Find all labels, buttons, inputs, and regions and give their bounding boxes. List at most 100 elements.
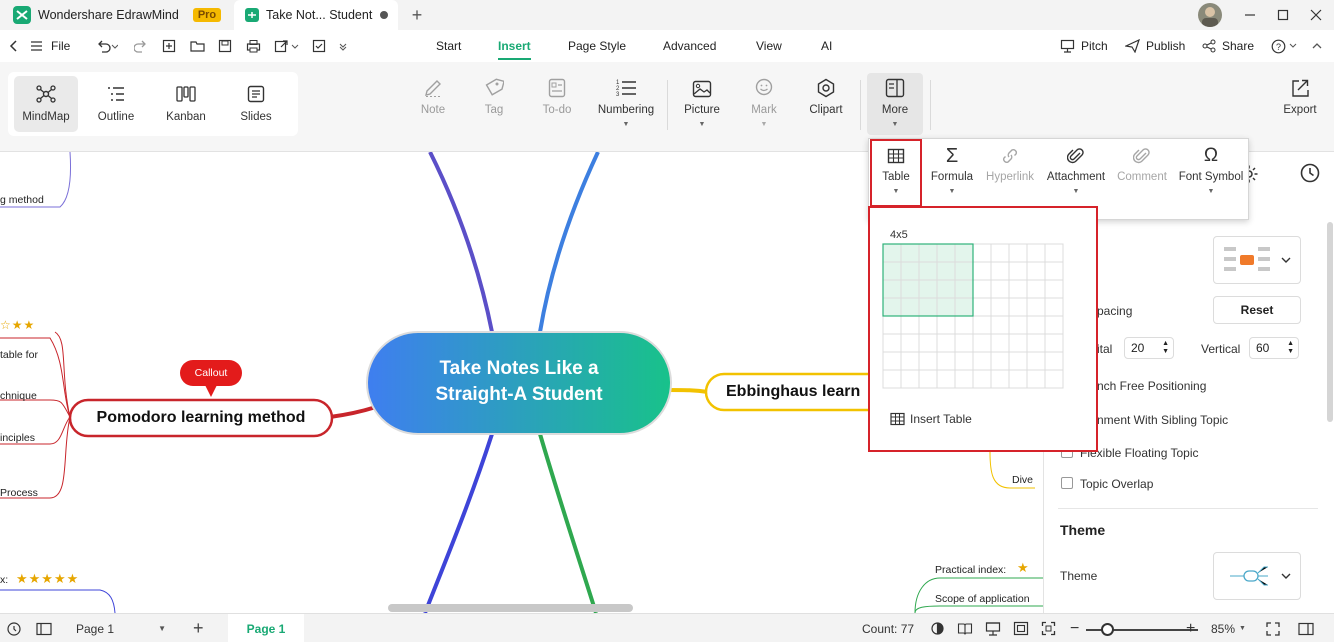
subtopic-label[interactable]: table for	[0, 349, 38, 361]
vertical-spacing-input[interactable]: 60 ▲ ▼	[1249, 337, 1299, 359]
subtopic-label[interactable]: Process	[0, 487, 38, 499]
table-grid-cell-selected[interactable]	[936, 279, 956, 299]
font-symbol-button[interactable]: Ω Font Symbol ▼	[1177, 146, 1245, 213]
table-grid-cell[interactable]	[918, 315, 938, 335]
table-grid-cell[interactable]	[972, 261, 992, 281]
table-grid-cell[interactable]	[972, 333, 992, 353]
central-topic[interactable]: Take Notes Like a Straight-A Student	[367, 356, 671, 408]
focus-icon[interactable]	[930, 614, 945, 643]
table-grid-cell[interactable]	[900, 351, 920, 371]
zoom-out-icon[interactable]: −	[1070, 614, 1079, 643]
table-grid-cell[interactable]	[936, 333, 956, 353]
map-navigator-icon[interactable]	[6, 614, 22, 643]
reset-button[interactable]: Reset	[1213, 296, 1301, 324]
comment-button[interactable]: Comment	[1115, 147, 1169, 213]
collapse-panel-icon[interactable]	[1298, 614, 1314, 643]
table-grid-cell[interactable]	[1044, 333, 1064, 353]
table-grid-cell[interactable]	[1026, 243, 1046, 263]
table-grid-cell[interactable]	[1044, 261, 1064, 281]
stepper-icon[interactable]: ▲ ▼	[1287, 340, 1294, 356]
table-grid-cell[interactable]	[972, 315, 992, 335]
table-grid-cell-selected[interactable]	[900, 279, 920, 299]
table-grid-cell[interactable]	[900, 333, 920, 353]
publish-button[interactable]: Publish	[1125, 30, 1185, 62]
page-tab[interactable]: Page 1	[228, 614, 304, 643]
unsaved-dot-icon[interactable]	[380, 11, 388, 19]
table-grid-cell-selected[interactable]	[954, 297, 974, 317]
table-grid-cell[interactable]	[918, 333, 938, 353]
save-icon[interactable]	[218, 30, 232, 62]
table-grid-cell-selected[interactable]	[936, 297, 956, 317]
subtopic-label[interactable]: chnique	[0, 390, 37, 402]
note-button[interactable]: Note	[413, 72, 453, 144]
table-grid-cell-selected[interactable]	[954, 243, 974, 263]
view-mindmap-button[interactable]: MindMap	[14, 76, 78, 132]
table-grid-cell[interactable]	[972, 297, 992, 317]
new-file-icon[interactable]	[162, 30, 176, 62]
ebbinghaus-topic[interactable]: Ebbinghaus learn	[726, 383, 860, 401]
file-menu[interactable]: File	[30, 30, 70, 62]
table-grid-cell[interactable]	[1044, 279, 1064, 299]
table-grid-cell[interactable]	[1026, 261, 1046, 281]
subtopic-label[interactable]: inciples	[0, 432, 35, 444]
open-folder-icon[interactable]	[190, 30, 205, 62]
add-page-icon[interactable]: +	[193, 614, 204, 643]
frame-icon[interactable]	[1013, 614, 1029, 643]
tab-insert[interactable]: Insert	[498, 30, 531, 62]
view-slides-button[interactable]: Slides	[224, 76, 288, 132]
page-select[interactable]: Page 1 ▼	[68, 614, 166, 643]
table-grid-cell[interactable]	[954, 333, 974, 353]
panel-scrollbar[interactable]	[1327, 222, 1333, 422]
table-grid-cell[interactable]	[990, 297, 1010, 317]
avatar[interactable]	[1198, 3, 1222, 27]
redo-icon[interactable]	[134, 30, 148, 62]
table-grid-cell[interactable]	[900, 369, 920, 389]
presentation-icon[interactable]	[985, 614, 1001, 643]
table-grid-cell-selected[interactable]	[954, 279, 974, 299]
pomodoro-topic[interactable]: Pomodoro learning method	[70, 409, 332, 427]
table-grid-cell[interactable]	[936, 351, 956, 371]
table-grid-cell-selected[interactable]	[936, 261, 956, 281]
help-button[interactable]: ?	[1271, 30, 1297, 62]
table-grid-cell[interactable]	[954, 351, 974, 371]
new-tab-plus-icon[interactable]: +	[406, 4, 428, 26]
export-button[interactable]: Export	[1280, 72, 1320, 144]
table-grid-cell[interactable]	[1026, 297, 1046, 317]
tab-page-style[interactable]: Page Style	[568, 30, 626, 62]
table-grid-cell[interactable]	[972, 279, 992, 299]
more-button[interactable]: More ▼	[872, 72, 918, 144]
table-grid-cell[interactable]	[990, 315, 1010, 335]
align-sibling-option[interactable]: nment With Sibling Topic	[1097, 413, 1228, 427]
hyperlink-button[interactable]: Hyperlink	[983, 147, 1037, 213]
table-grid-cell-selected[interactable]	[900, 261, 920, 281]
undo-icon[interactable]	[96, 30, 118, 62]
table-grid-cell[interactable]	[1008, 261, 1028, 281]
table-grid-cell[interactable]	[990, 243, 1010, 263]
stepper-icon[interactable]: ▲ ▼	[1162, 340, 1169, 356]
table-grid-cell-selected[interactable]	[936, 243, 956, 263]
more-quick-icon[interactable]	[338, 30, 348, 62]
table-grid-cell[interactable]	[1044, 243, 1064, 263]
mark-button[interactable]: Mark ▼	[746, 72, 782, 144]
table-grid-cell[interactable]	[1044, 369, 1064, 389]
subtopic-label[interactable]: g method	[0, 194, 44, 206]
table-grid-cell[interactable]	[882, 369, 902, 389]
document-tab[interactable]: Take Not... Student	[234, 0, 398, 30]
table-grid-cell[interactable]	[882, 351, 902, 371]
fit-screen-icon[interactable]	[1041, 614, 1056, 643]
table-grid-cell-selected[interactable]	[900, 297, 920, 317]
table-grid-cell[interactable]	[1026, 279, 1046, 299]
table-grid-cell[interactable]	[1026, 369, 1046, 389]
formula-button[interactable]: Σ Formula ▼	[927, 146, 977, 213]
table-grid-cell[interactable]	[936, 315, 956, 335]
table-grid-cell[interactable]	[954, 315, 974, 335]
subtopic-label[interactable]: x:	[0, 574, 8, 586]
back-icon[interactable]	[8, 30, 18, 62]
pitch-button[interactable]: Pitch	[1060, 30, 1108, 62]
table-grid-cell[interactable]	[1044, 351, 1064, 371]
table-size-grid[interactable]	[882, 243, 1066, 391]
table-grid-cell-selected[interactable]	[954, 261, 974, 281]
table-grid-cell[interactable]	[990, 333, 1010, 353]
table-button[interactable]: Table ▼	[873, 147, 919, 213]
table-grid-cell[interactable]	[990, 279, 1010, 299]
